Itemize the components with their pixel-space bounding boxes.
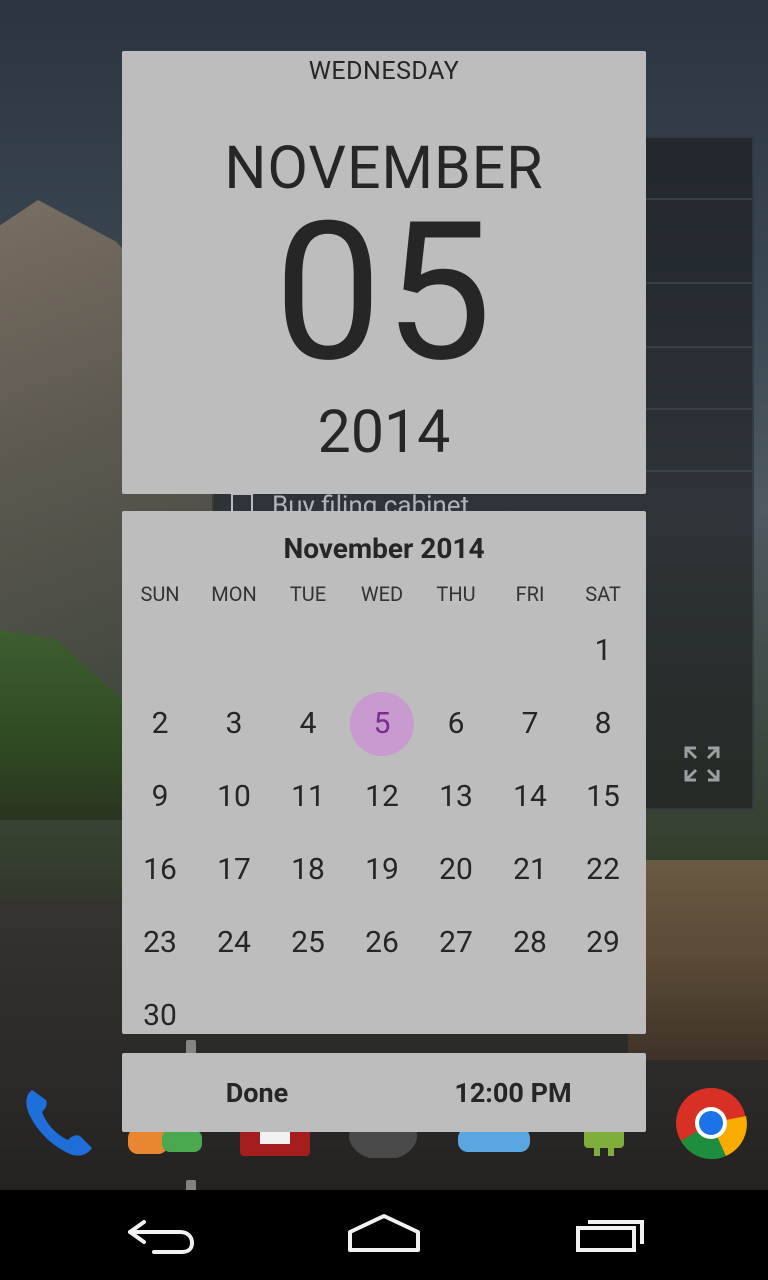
calendar-day[interactable]: 30 <box>128 1001 192 1031</box>
calendar-day[interactable]: 6 <box>424 692 488 756</box>
weekday-header-tue: TUE <box>289 582 327 606</box>
weekday-header-thu: THU <box>436 582 476 606</box>
field-image <box>628 860 768 1060</box>
weekday-header-fri: FRI <box>515 582 545 606</box>
camera-icon[interactable] <box>348 1130 418 1158</box>
weekday-label[interactable]: WEDNESDAY <box>0 57 768 86</box>
calendar-day[interactable]: 7 <box>498 692 562 756</box>
phone-icon[interactable] <box>20 1084 96 1160</box>
time-button[interactable]: 12:00 PM <box>380 1077 646 1109</box>
calendar-month-title: November 2014 <box>283 532 485 565</box>
recents-icon[interactable] <box>574 1216 646 1254</box>
calendar-day[interactable]: 29 <box>571 911 635 975</box>
chrome-icon[interactable] <box>674 1086 748 1160</box>
calendar-day[interactable]: 15 <box>571 765 635 829</box>
calendar-day[interactable]: 20 <box>424 838 488 902</box>
android-icon[interactable] <box>574 1128 634 1158</box>
calendar-day[interactable]: 1 <box>571 619 635 683</box>
back-icon[interactable] <box>124 1214 196 1256</box>
calendar-day[interactable]: 4 <box>276 692 340 756</box>
weekday-header-mon: MON <box>211 582 257 606</box>
calendar-day[interactable]: 11 <box>276 765 340 829</box>
home-icon[interactable] <box>346 1212 422 1254</box>
calendar-day[interactable]: 18 <box>276 838 340 902</box>
calendar-day[interactable]: 23 <box>128 911 192 975</box>
weekday-header-wed: WED <box>360 582 404 606</box>
calendar-day[interactable]: 2 <box>128 692 192 756</box>
calendar-day[interactable]: 16 <box>128 838 192 902</box>
calendar-day[interactable]: 24 <box>202 911 266 975</box>
calendar-day[interactable]: 3 <box>202 692 266 756</box>
expand-icon[interactable] <box>682 744 722 784</box>
calendar-day[interactable]: 25 <box>276 911 340 975</box>
calendar-day[interactable]: 22 <box>571 838 635 902</box>
calendar-day[interactable]: 13 <box>424 765 488 829</box>
calendar-day[interactable]: 21 <box>498 838 562 902</box>
calendar-day[interactable]: 9 <box>128 765 192 829</box>
calendar-day[interactable]: 17 <box>202 838 266 902</box>
calendar-day[interactable]: 27 <box>424 911 488 975</box>
done-button[interactable]: Done <box>122 1077 392 1109</box>
day-label[interactable]: 05 <box>0 193 768 393</box>
calendar-day[interactable]: 19 <box>350 838 414 902</box>
weekday-header-sun: SUN <box>140 582 180 606</box>
weekday-header-sat: SAT <box>585 582 621 606</box>
calendar-day[interactable]: 28 <box>498 911 562 975</box>
calendar-day[interactable]: 14 <box>498 765 562 829</box>
calendar-day[interactable]: 12 <box>350 765 414 829</box>
calendar-day[interactable]: 26 <box>350 911 414 975</box>
calendar-day[interactable]: 10 <box>202 765 266 829</box>
store-icon[interactable] <box>240 1128 310 1158</box>
year-label[interactable]: 2014 <box>0 398 768 467</box>
calendar-day[interactable]: 8 <box>571 692 635 756</box>
hangouts-icon[interactable] <box>128 1128 204 1158</box>
calendar-day-selected[interactable]: 5 <box>350 692 414 756</box>
